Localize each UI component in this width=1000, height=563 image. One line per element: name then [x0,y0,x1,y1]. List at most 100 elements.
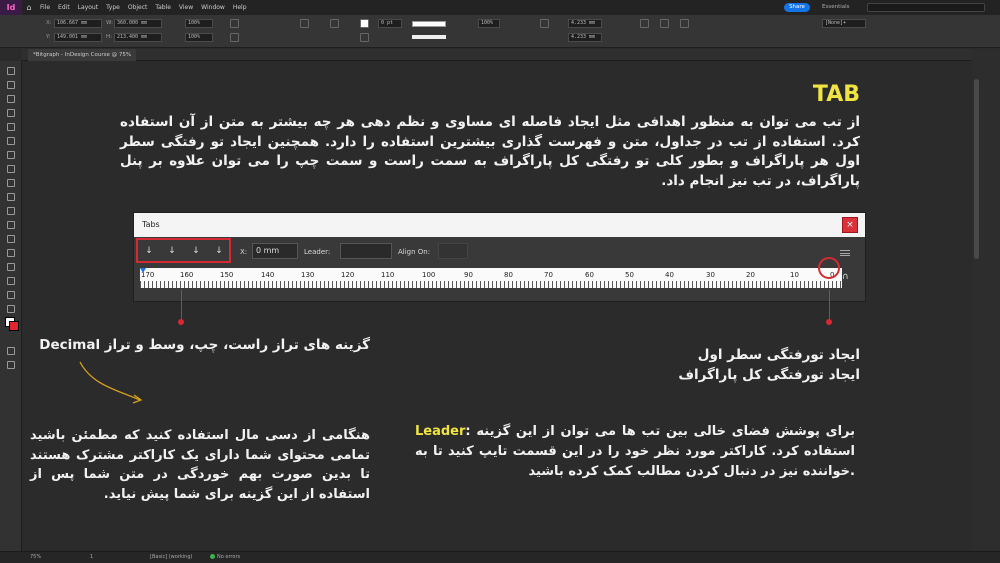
ruler-number: 40 [665,271,674,279]
tabs-panel-header: Tabs × [134,213,865,237]
select-container-icon[interactable] [330,19,339,28]
ruler-number: 80 [504,271,513,279]
document-tab[interactable]: *Bitgraph - InDesign Course @ 75% [28,49,137,61]
content-collector-icon[interactable] [7,123,15,131]
stroke-color-icon[interactable] [9,321,19,331]
leader-keyword: Leader [415,424,466,439]
shear-icon[interactable] [230,33,239,42]
page-number[interactable]: 1 [90,554,93,560]
selection-tool-icon[interactable] [7,67,15,75]
rectangle-tool-icon[interactable] [7,207,15,215]
gap-tool-icon[interactable] [7,109,15,117]
eyedropper-tool-icon[interactable] [7,277,15,285]
menu-view[interactable]: View [175,4,197,11]
ruler-ticks [140,281,842,288]
direct-selection-tool-icon[interactable] [7,81,15,89]
stroke-weight-field[interactable]: 0 pt [378,19,402,28]
menu-window[interactable]: Window [197,4,229,11]
frame-width-field[interactable]: 4.233 mm [568,19,602,28]
ruler-number: 160 [180,271,194,279]
right-justified-tab-icon[interactable]: ↓ [190,244,202,258]
apply-color-icon[interactable] [7,347,15,355]
opacity-field[interactable]: 100% [478,19,500,28]
leader-field[interactable] [340,243,392,259]
w-field[interactable]: 360.000 mm [114,19,162,28]
x-position-label: X: [240,248,248,256]
distribute-icon[interactable] [680,19,689,28]
align-label-decimal: Decimal [39,337,101,353]
hand-tool-icon[interactable] [7,291,15,299]
scale-x-field[interactable]: 100% [185,19,213,28]
frame-height-field[interactable]: 4.233 mm [568,33,602,42]
panel-menu-icon[interactable] [840,250,850,256]
x-position-field[interactable]: 0 mm [252,243,298,259]
scissors-tool-icon[interactable] [7,221,15,229]
left-justified-tab-icon[interactable]: ↓ [143,244,155,258]
menu-layout[interactable]: Layout [74,4,102,11]
scale-y-field[interactable]: 100% [185,33,213,42]
note-tool-icon[interactable] [7,263,15,271]
scrollbar-thumb[interactable] [974,79,979,259]
center-justified-tab-icon[interactable]: ↓ [166,244,178,258]
close-button[interactable]: × [842,217,858,233]
text-wrap-icon[interactable] [540,19,549,28]
menu-table[interactable]: Table [151,4,175,11]
page-tool-icon[interactable] [7,95,15,103]
ruler-number: 140 [261,271,275,279]
curved-arrow-icon [79,361,143,404]
pencil-tool-icon[interactable] [7,179,15,187]
menu-edit[interactable]: Edit [54,4,74,11]
type-tool-icon[interactable] [7,137,15,145]
gradient-tool-icon[interactable] [7,249,15,257]
align-on-field[interactable] [438,243,468,259]
preflight-profile[interactable]: [Basic] (working) [150,554,192,560]
screen-mode-icon[interactable] [7,361,15,369]
indent-markers-highlight [818,257,840,279]
free-transform-tool-icon[interactable] [7,235,15,243]
rectangle-frame-tool-icon[interactable] [7,193,15,201]
stroke-swatch[interactable] [360,33,369,42]
align-icon[interactable] [660,19,669,28]
stroke-style-select[interactable] [412,35,446,39]
tools-panel [0,61,22,551]
app-logo: Id [0,0,22,15]
workspace-switcher[interactable]: Essentials [822,2,850,13]
leader-note: Leader: برای پوشش فضای خالی بین تب ها می… [415,422,855,482]
menu-object[interactable]: Object [124,4,152,11]
menu-file[interactable]: File [36,4,54,11]
rotate-icon[interactable] [230,19,239,28]
flip-icon[interactable] [300,19,309,28]
y-field[interactable]: 149.001 mm [54,33,102,42]
search-input[interactable] [867,3,985,12]
zoom-level[interactable]: 75% [30,554,41,560]
vertical-scrollbar[interactable] [972,49,1000,551]
pointer-line-right [829,290,830,322]
ruler-number: 150 [220,271,234,279]
ruler-number: 70 [544,271,553,279]
intro-paragraph: از تب می توان به منظور اهدافی مثل ایجاد … [120,114,860,189]
x-field[interactable]: 106.667 mm [54,19,102,28]
h-field[interactable]: 213.400 mm [114,33,162,42]
object-style-select[interactable]: [None]+ [822,19,866,28]
menu-type[interactable]: Type [102,4,124,11]
ruler-number: 60 [585,271,594,279]
indent-label: ایجاد تورفتگی سطر اول ایجاد تورفتگی کل پ… [620,345,860,385]
zoom-tool-icon[interactable] [7,305,15,313]
tab-ruler[interactable]: 170 160 150 140 130 120 110 100 90 80 70… [140,268,842,288]
stroke-type-select[interactable] [412,21,446,27]
fitting-icon[interactable] [640,19,649,28]
preflight-status: No errors [210,554,240,560]
fill-swatch[interactable] [360,19,369,28]
share-button[interactable]: Share [784,3,810,12]
left-indent-marker-icon[interactable] [140,268,146,273]
line-tool-icon[interactable] [7,151,15,159]
errors-text: No errors [217,554,241,560]
home-icon[interactable]: ⌂ [22,3,36,12]
magnet-icon[interactable]: ∩ [842,272,852,284]
pen-tool-icon[interactable] [7,165,15,173]
page-title: TAB [812,82,860,107]
decimal-tab-icon[interactable]: ↓ [213,244,225,258]
menu-help[interactable]: Help [229,4,251,11]
x-label: X: [46,20,52,26]
ruler-number: 10 [790,271,799,279]
